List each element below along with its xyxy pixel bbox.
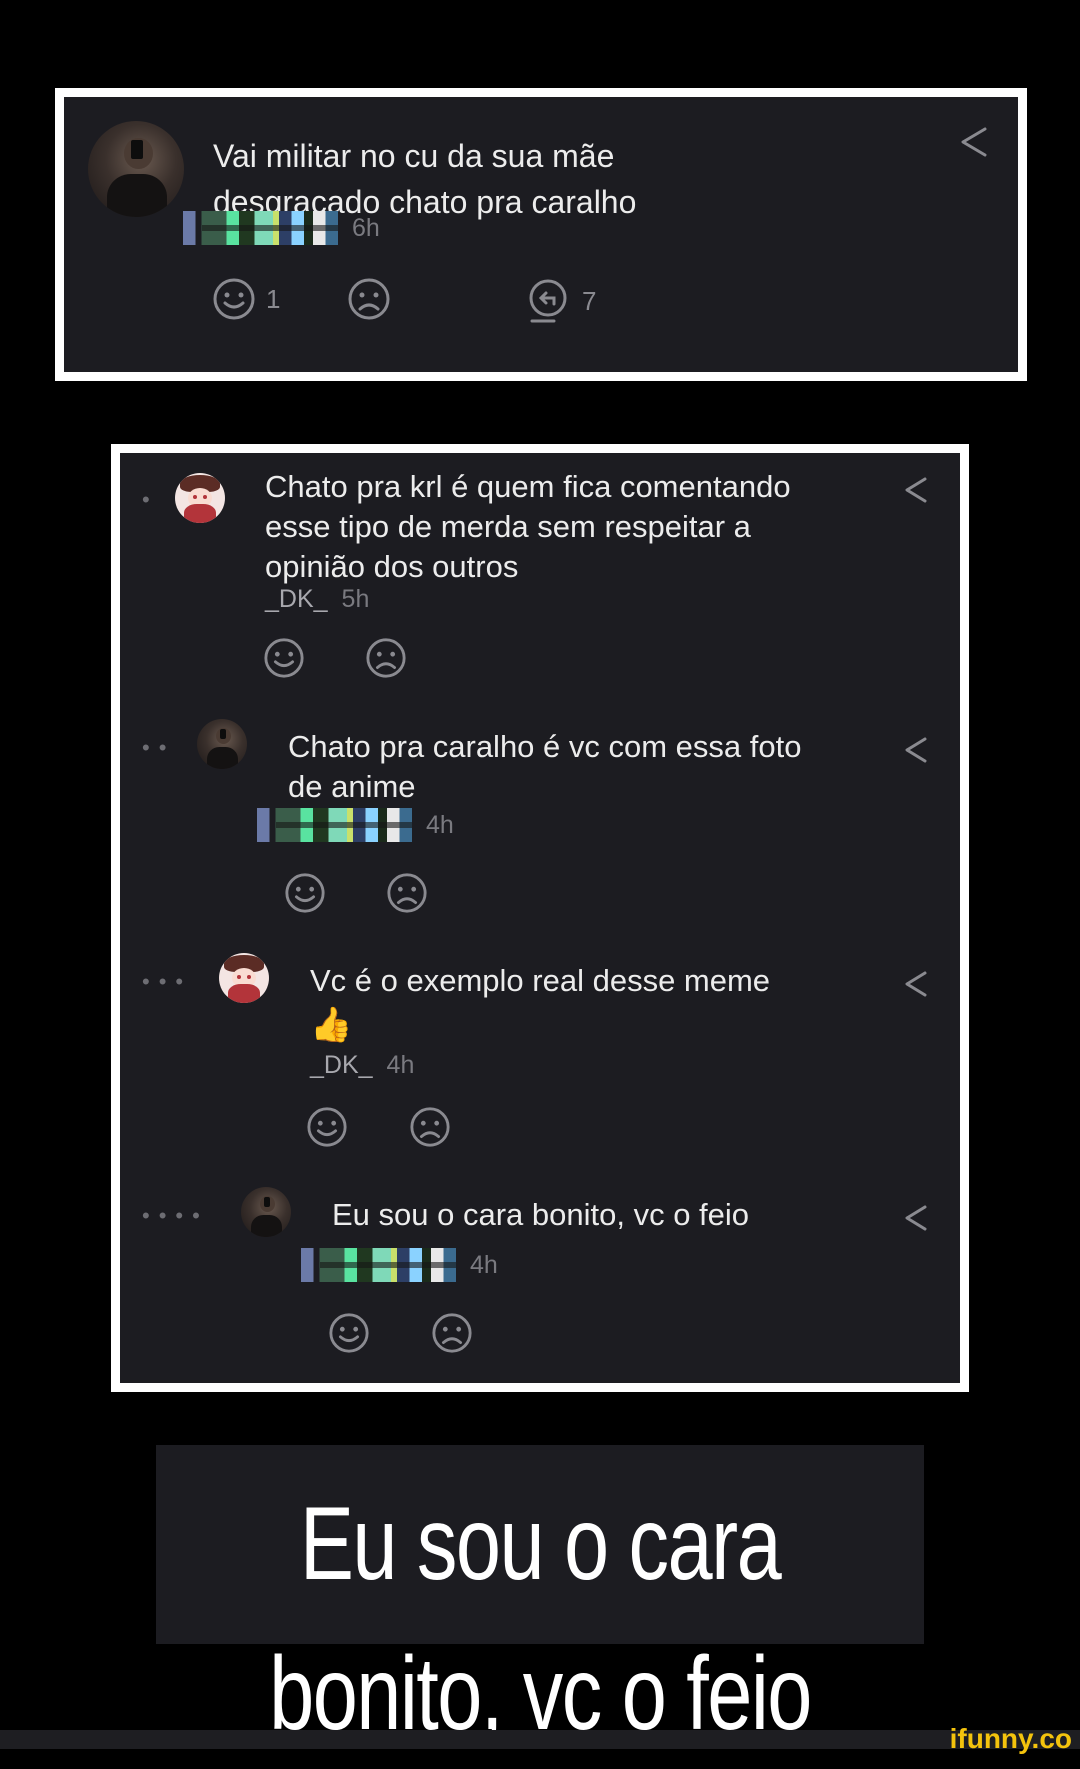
post-time: 6h <box>352 213 380 242</box>
post-meta: 6h <box>183 211 380 245</box>
commenter-avatar[interactable] <box>197 719 247 769</box>
reply-button[interactable]: 7 <box>524 277 596 325</box>
frown-icon <box>348 278 390 320</box>
share-icon[interactable] <box>901 969 931 999</box>
comment-text: Vc é o exemplo real desse meme <box>310 963 771 998</box>
frown-icon[interactable] <box>386 872 428 914</box>
comment-text: Chato pra caralho é vc com essa foto de … <box>288 729 802 804</box>
share-icon[interactable] <box>901 475 931 505</box>
depth-indicator: ••• <box>142 969 193 994</box>
smile-icon[interactable] <box>263 637 305 679</box>
censored-username <box>301 1248 456 1282</box>
comment-username[interactable]: _DK_ <box>265 585 328 614</box>
comment-text: Chato pra krl é quem fica comentando ess… <box>265 469 791 584</box>
comment-meta: 4h <box>301 1248 498 1282</box>
share-icon[interactable] <box>901 735 931 765</box>
post-card: Vai militar no cu da sua mãe desgraçado … <box>55 88 1027 381</box>
smile-icon[interactable] <box>328 1312 370 1354</box>
depth-indicator: •• <box>142 735 176 760</box>
meme-caption-box: Eu sou o cara bonito, vc o feio <box>156 1445 924 1752</box>
thumbs-up-emoji: 👍 <box>310 1006 353 1044</box>
like-count: 1 <box>266 283 281 314</box>
frown-icon[interactable] <box>431 1312 473 1354</box>
dislike-button[interactable] <box>347 277 391 321</box>
comment-meta: _DK_ 4h <box>310 1051 414 1080</box>
comment-text: Eu sou o cara bonito, vc o feio <box>332 1197 750 1232</box>
share-icon[interactable] <box>901 1203 931 1233</box>
frown-icon[interactable] <box>409 1106 451 1148</box>
author-avatar[interactable] <box>88 121 184 217</box>
footer-bar <box>0 1730 1080 1749</box>
comment-thread: • Chato pra krl é quem fica comentando e… <box>111 444 969 1392</box>
frown-icon[interactable] <box>365 637 407 679</box>
reply-icon <box>529 279 567 323</box>
comment-meta: _DK_ 5h <box>265 585 369 614</box>
censored-username <box>183 211 338 245</box>
smile-icon <box>213 278 255 320</box>
comment-time: 4h <box>426 810 454 839</box>
reply-count: 7 <box>582 285 597 316</box>
meme-caption: Eu sou o cara bonito, vc o feio <box>269 1486 812 1752</box>
commenter-avatar[interactable] <box>219 953 269 1003</box>
comment-meta: 4h <box>257 808 454 842</box>
comment-time: 5h <box>341 585 370 613</box>
smile-icon[interactable] <box>284 872 326 914</box>
watermark-logo: ifunny.co <box>949 1723 1072 1754</box>
comment-time: 4h <box>386 1051 415 1079</box>
commenter-avatar[interactable] <box>241 1187 291 1237</box>
censored-username <box>257 808 412 842</box>
commenter-avatar[interactable] <box>175 473 225 523</box>
comment-username[interactable]: _DK_ <box>310 1051 373 1080</box>
share-icon[interactable] <box>957 125 991 159</box>
like-button[interactable]: 1 <box>212 277 280 321</box>
depth-indicator: •••• <box>142 1203 209 1228</box>
depth-indicator: • <box>142 487 159 512</box>
comment-time: 4h <box>470 1250 498 1279</box>
smile-icon[interactable] <box>306 1106 348 1148</box>
